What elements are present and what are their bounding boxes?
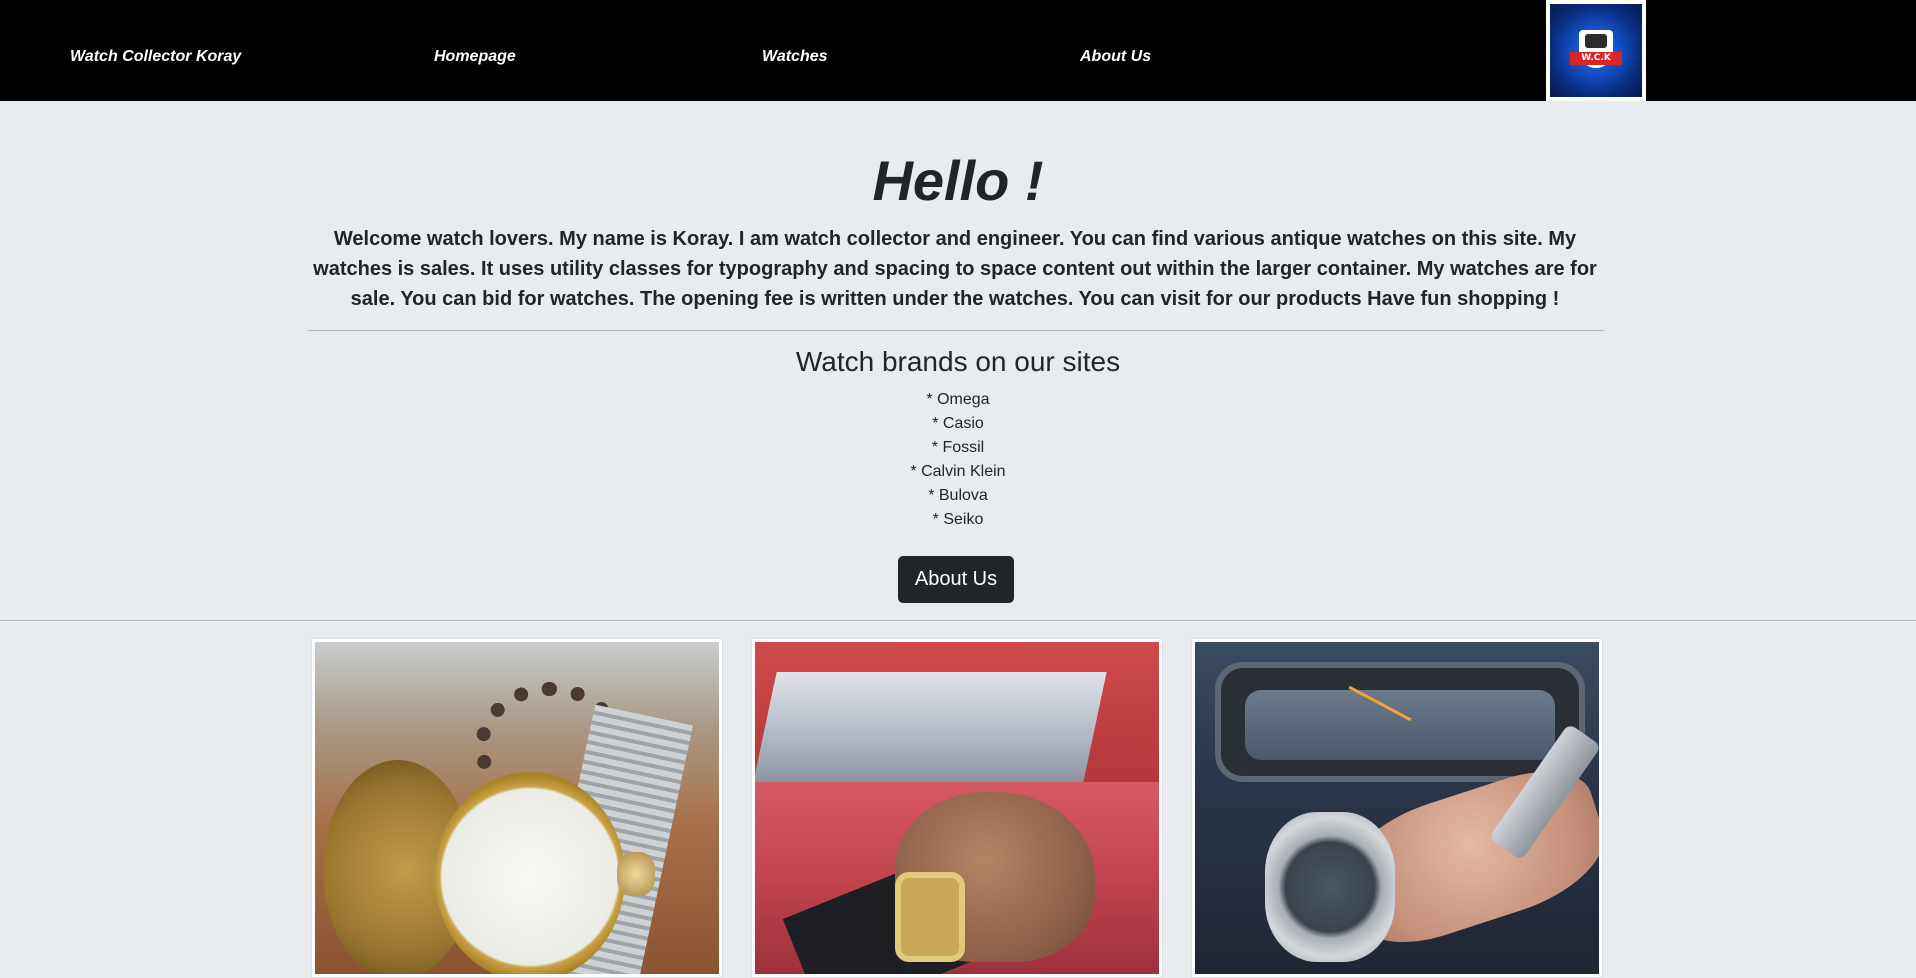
- hero-title: Hello !: [872, 149, 1044, 212]
- nav-brand-link[interactable]: Watch Collector Koray: [70, 48, 241, 66]
- nav-link-about-us[interactable]: About Us: [1080, 48, 1151, 66]
- brand-item-seiko: * Seiko: [932, 511, 984, 528]
- logo-ribbon: W.C.K: [1570, 52, 1622, 65]
- brands-heading: Watch brands on our sites: [795, 346, 1121, 377]
- hero-lead: Welcome watch lovers. My name is Koray. …: [305, 224, 1605, 314]
- watch-card-3[interactable]: [1191, 638, 1603, 978]
- hero-lead-highlight: Have fun shopping !: [1367, 288, 1560, 310]
- watch-on-dashboard-image: [1195, 642, 1599, 974]
- site-logo[interactable]: W.C.K: [1546, 0, 1646, 101]
- section-divider: [308, 330, 1604, 331]
- brand-item-casio: * Casio: [932, 415, 984, 432]
- logo-shield-top: [1585, 34, 1607, 48]
- brand-item-fossil: * Fossil: [931, 439, 985, 456]
- page-divider: [0, 620, 1916, 621]
- brand-item-omega: * Omega: [926, 391, 990, 408]
- nav-link-homepage[interactable]: Homepage: [434, 48, 516, 66]
- watch-card-1[interactable]: [311, 638, 723, 978]
- about-us-button[interactable]: About Us: [898, 556, 1014, 603]
- navbar: Watch Collector Koray Homepage Watches A…: [0, 0, 1916, 101]
- brand-item-bulova: * Bulova: [928, 487, 988, 504]
- brand-list: * Omega * Casio * Fossil * Calvin Klein …: [0, 388, 1916, 532]
- watch-card-2[interactable]: [751, 638, 1163, 978]
- brand-item-calvin-klein: * Calvin Klein: [910, 463, 1006, 480]
- logo-emblem: W.C.K: [1550, 4, 1642, 97]
- watch-with-red-car-image: [755, 642, 1159, 974]
- pocket-watch-on-wrist-image: [315, 642, 719, 974]
- nav-link-watches[interactable]: Watches: [762, 48, 828, 66]
